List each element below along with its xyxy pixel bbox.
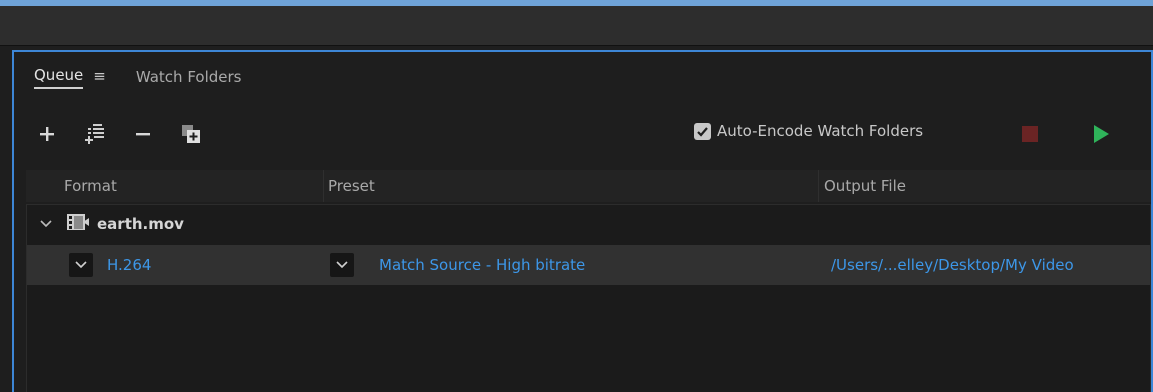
- preset-value[interactable]: Match Source - High bitrate: [379, 256, 585, 274]
- duplicate-button[interactable]: [180, 123, 202, 145]
- title-bar: [0, 6, 1153, 46]
- queue-list: earth.mov H.264 Match Source - High bitr…: [26, 204, 1151, 392]
- panel-tabs: Queue ≡ Watch Folders: [34, 66, 242, 96]
- queue-toolbar: [36, 118, 1136, 150]
- source-row[interactable]: earth.mov: [27, 205, 1150, 243]
- queue-panel: Queue ≡ Watch Folders Auto-Encode Watch …: [12, 50, 1153, 392]
- column-divider[interactable]: [818, 170, 819, 202]
- add-output-button[interactable]: [84, 123, 106, 145]
- column-divider[interactable]: [323, 170, 324, 202]
- checkmark-icon: [697, 126, 708, 137]
- remove-icon: [136, 133, 150, 136]
- add-output-icon: [85, 124, 104, 144]
- output-file-path[interactable]: /Users/...elley/Desktop/My Video: [831, 256, 1074, 274]
- output-row[interactable]: H.264 Match Source - High bitrate /Users…: [27, 245, 1150, 285]
- chevron-down-icon: [336, 261, 348, 269]
- start-queue-button[interactable]: [1094, 125, 1109, 143]
- source-file-name: earth.mov: [97, 215, 184, 233]
- auto-encode-label: Auto-Encode Watch Folders: [717, 122, 924, 140]
- duplicate-icon: [182, 125, 200, 143]
- format-dropdown-button[interactable]: [69, 253, 93, 277]
- add-source-button[interactable]: [36, 123, 58, 145]
- column-format[interactable]: Format: [64, 177, 117, 195]
- tab-queue[interactable]: Queue ≡: [34, 66, 106, 89]
- preset-dropdown-button[interactable]: [330, 253, 354, 277]
- film-clip-icon: [67, 212, 89, 236]
- tab-queue-label: Queue: [34, 66, 84, 89]
- column-header: Format Preset Output File: [26, 170, 1151, 202]
- chevron-down-icon: [75, 261, 87, 269]
- auto-encode-toggle[interactable]: Auto-Encode Watch Folders: [694, 122, 923, 140]
- panel-menu-icon[interactable]: ≡: [93, 67, 106, 85]
- remove-button[interactable]: [132, 123, 154, 145]
- chevron-down-icon[interactable]: [33, 220, 59, 228]
- add-source-icon: [40, 127, 54, 141]
- auto-encode-checkbox[interactable]: [694, 122, 711, 140]
- column-output-file[interactable]: Output File: [824, 177, 906, 195]
- tab-watch-folders-label: Watch Folders: [135, 68, 242, 86]
- column-preset[interactable]: Preset: [328, 177, 375, 195]
- tab-watch-folders[interactable]: Watch Folders: [136, 66, 242, 88]
- format-value[interactable]: H.264: [107, 256, 151, 274]
- stop-queue-button[interactable]: [1022, 126, 1038, 142]
